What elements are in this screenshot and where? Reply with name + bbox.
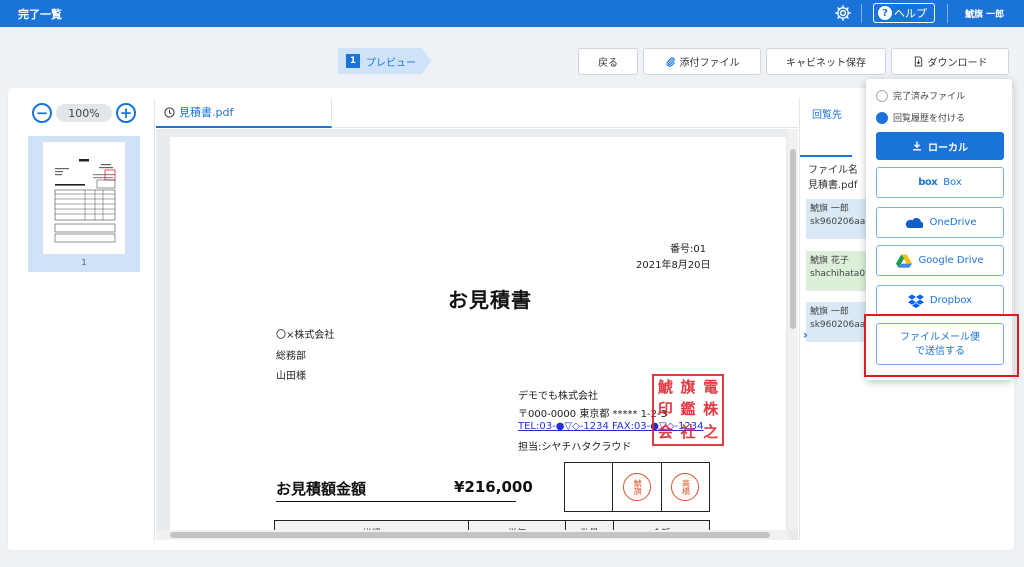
back-button[interactable]: 戻る [578,48,638,75]
seal-stamp: 鯱旗 [622,473,651,501]
step-indicator: 1 プレビュー [338,48,431,74]
scroll-thumb[interactable] [170,532,770,538]
help-button[interactable]: ? ヘルプ [873,3,935,23]
top-bar: 完了一覧 ? ヘルプ 鯱旗 一郎 [0,0,1024,27]
doc-total: お見積額金額 ¥216,000 [276,478,533,502]
onedrive-button[interactable]: OneDrive [876,207,1004,238]
highlight-box [864,314,1019,377]
option-completed-label: 完了済みファイル [893,92,966,102]
page-title: 完了一覧 [18,8,62,21]
download-button[interactable]: ダウンロード [891,48,1009,75]
doc-recipient-name: 山田様 [276,371,306,382]
paperclip-icon [666,57,675,67]
chevron-right-icon[interactable]: › [803,328,808,342]
stamp-cell-empty [565,463,612,511]
approval-stamp-box: 鯱旗 高橋 [564,462,710,512]
attachment-label: 添付ファイル [679,58,740,69]
download-icon [913,141,921,151]
google-drive-icon [896,254,913,268]
zoom-level: 100% [56,104,112,122]
entry-id: sk960206aa [810,217,866,228]
doc-recipient-company: 〇×株式会社 [276,330,335,341]
radio-checked-icon[interactable] [876,111,888,124]
zoom-in-button[interactable]: + [116,103,136,123]
user-name[interactable]: 鯱旗 一郎 [965,7,1004,20]
download-file-icon [914,56,922,67]
doc-total-label: お見積額金額 [276,480,367,498]
google-drive-button[interactable]: Google Drive [876,245,1004,276]
onedrive-label: OneDrive [929,217,977,228]
file-name-label: ファイル名 [808,165,858,176]
list-item[interactable]: 鯱旗 一郎 sk960206aa [806,302,870,342]
gear-icon[interactable] [834,4,852,22]
dropbox-label: Dropbox [929,295,973,306]
thumbnail-preview [54,159,116,243]
cabinet-save-label: キャビネット保存 [786,58,866,69]
entry-name: 鯱旗 一郎 [810,204,849,214]
doc-title: お見積書 [448,288,532,312]
entry-name: 鯱旗 花子 [810,256,849,266]
radio-icon[interactable] [876,89,888,102]
thumbnail-page-number: 1 [81,258,87,267]
page-thumbnail[interactable] [42,141,126,255]
entry-id: shachihata0 [810,269,866,280]
tab-file-label: 見積書.pdf [179,106,234,119]
doc-recipient-dept: 総務部 [276,351,306,362]
zoom-out-button[interactable]: − [32,103,52,123]
dropbox-button[interactable]: Dropbox [876,285,1004,316]
horizontal-scrollbar[interactable] [156,530,788,540]
entry-id: sk960206aa [810,320,866,331]
doc-sender-contact: 担当:シヤチハタクラウド [518,442,632,453]
clock-icon [164,106,175,118]
help-label: ヘルプ [894,7,927,20]
company-seal-icon: 鯱旗電 印鑑株 会社之 [652,374,724,446]
vertical-scrollbar[interactable] [788,129,798,529]
header-divider [861,4,862,23]
list-item[interactable]: 鯱旗 花子 shachihata0 [806,251,870,291]
list-item[interactable]: 鯱旗 一郎 sk960206aa [806,199,870,239]
tab-underline [800,155,852,157]
step-arrow [422,48,431,74]
doc-number: 番号:01 [670,244,707,255]
tab-file[interactable]: 見積書.pdf [156,98,332,128]
back-label: 戻る [598,58,618,69]
box-icon: box [918,177,938,188]
file-name-value: 見積書.pdf [808,179,858,191]
entry-name: 鯱旗 一郎 [810,307,849,317]
local-label: ローカル [928,142,968,154]
question-icon: ? [878,6,892,20]
doc-sender-address: 〒000-0000 東京都 ***** 1-2-3 [518,409,667,420]
step-label: プレビュー [366,57,416,69]
option-history-label: 回覧履歴を付ける [893,114,966,124]
option-attach-history[interactable]: 回覧履歴を付ける [876,111,965,124]
download-label: ダウンロード [927,58,988,69]
google-drive-label: Google Drive [918,255,984,266]
scroll-thumb[interactable] [790,149,796,329]
step-number: 1 [346,54,360,68]
option-completed-file[interactable]: 完了済みファイル [876,89,965,102]
stamp-cell: 高橋 [660,463,709,511]
seal-stamp: 高橋 [671,473,700,501]
cabinet-save-button[interactable]: キャビネット保存 [766,48,886,75]
onedrive-icon [906,217,924,228]
file-info: ファイル名 見積書.pdf [808,164,858,193]
stamp-cell: 鯱旗 [612,463,660,511]
doc-total-amount: ¥216,000 [454,478,533,496]
local-download-button[interactable]: ローカル [876,132,1004,160]
attachment-button[interactable]: 添付ファイル [643,48,761,75]
doc-sender-company: デモでも株式会社 [518,391,598,402]
doc-date: 2021年8月20日 [636,260,711,271]
box-label: Box [943,177,962,188]
zoom-control: − 100% + [32,103,136,123]
dropbox-icon [907,294,924,308]
header-divider [947,4,948,23]
box-button[interactable]: box Box [876,167,1004,198]
tab-circulation[interactable]: 回覧先 [812,106,842,121]
